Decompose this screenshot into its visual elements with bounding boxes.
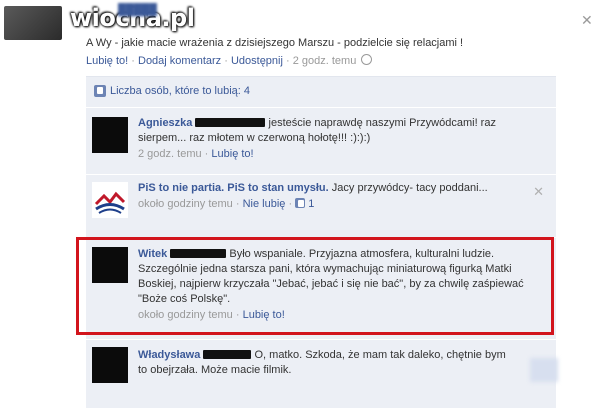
separator-dot: · xyxy=(224,55,231,67)
poster-name-obscured: █████ xyxy=(118,4,157,16)
close-icon[interactable]: ✕ xyxy=(581,12,593,29)
likes-summary[interactable]: Liczba osób, które to lubią: 4 xyxy=(94,85,250,97)
avatar[interactable] xyxy=(92,117,128,153)
post-text: A Wy - jakie macie wrażenia z dzisiejsze… xyxy=(86,37,464,49)
poster-avatar xyxy=(4,6,62,40)
like-count-value: 1 xyxy=(308,198,315,210)
comment-timestamp: około godziny temu xyxy=(138,198,233,210)
remove-comment-icon[interactable]: ✕ xyxy=(533,184,544,200)
divider xyxy=(86,339,556,340)
redaction-bar xyxy=(195,118,266,127)
thumbs-up-icon xyxy=(295,198,306,208)
comment-timestamp: 2 godz. temu xyxy=(138,148,202,160)
separator-dot: · xyxy=(286,55,293,67)
divider xyxy=(86,107,556,108)
post-share-link[interactable]: Udostępnij xyxy=(231,55,283,67)
separator-dot: · xyxy=(131,55,138,67)
party-logo-avatar[interactable] xyxy=(92,182,128,218)
comment-author[interactable]: PiS to nie partia. PiS to stan umysłu. xyxy=(138,182,329,194)
avatar[interactable] xyxy=(92,347,128,383)
comment-author[interactable]: Władysława xyxy=(138,349,200,361)
redaction-bar xyxy=(203,350,252,359)
post-like-link[interactable]: Lubię to! xyxy=(86,55,128,67)
comment-item: Władysława O, matko. Szkoda, że mam tak … xyxy=(86,343,556,403)
globe-icon xyxy=(361,54,373,65)
comment-item: PiS to nie partia. PiS to stan umysłu. J… xyxy=(86,176,556,236)
comment-unlike-link[interactable]: Nie lubię xyxy=(243,198,286,210)
highlight-frame xyxy=(76,237,554,335)
thumbs-up-icon xyxy=(94,85,106,97)
comment-text: jesteście naprawdę naszymi Przywódcami! … xyxy=(138,117,496,144)
comment-author[interactable]: Agnieszka xyxy=(138,117,192,129)
post-actions: Lubię to! · Dodaj komentarz · Udostępnij… xyxy=(86,54,373,67)
comment-like-count[interactable]: 1 xyxy=(295,198,314,210)
blurred-area xyxy=(530,358,558,382)
comment-item: Agnieszka jesteście naprawdę naszymi Prz… xyxy=(86,111,556,173)
comment-like-link[interactable]: Lubię to! xyxy=(211,148,253,160)
divider xyxy=(86,174,556,175)
post-comment-link[interactable]: Dodaj komentarz xyxy=(138,55,221,67)
likes-count-label: Liczba osób, które to lubią: 4 xyxy=(110,85,251,97)
comment-text: Jacy przywódcy- tacy poddani... xyxy=(331,182,488,194)
post-timestamp: 2 godz. temu xyxy=(292,55,357,67)
